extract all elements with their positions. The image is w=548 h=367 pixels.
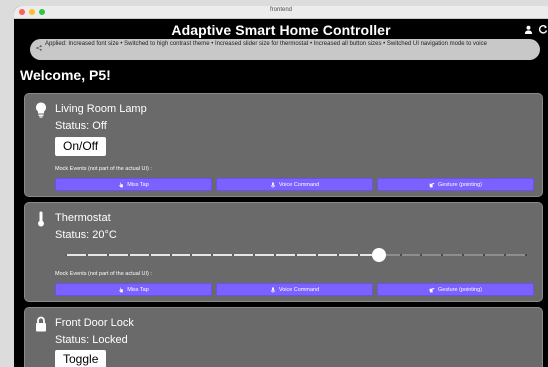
- voice-command-label: Voice Command: [278, 181, 320, 188]
- slider-track-filled: [65, 254, 379, 256]
- miss-tap-button[interactable]: Miss Tap: [55, 178, 212, 191]
- slider-tick: [441, 254, 443, 256]
- gesture-label: Gesture (pointing): [437, 181, 483, 188]
- device-name: Front Door Lock: [55, 317, 134, 329]
- slider-tick: [253, 254, 255, 256]
- applied-adaptations-banner: Applied: Increased font size • Switched …: [30, 39, 540, 60]
- device-name: Thermostat: [55, 212, 111, 224]
- refresh-icon[interactable]: [538, 24, 548, 34]
- window-titlebar: frontend: [14, 6, 548, 19]
- window-title: frontend: [269, 7, 293, 13]
- lightbulb-icon: [36, 102, 46, 118]
- microphone-icon: [270, 181, 275, 188]
- slider-tick: [504, 254, 506, 256]
- slider-tick: [190, 254, 192, 256]
- slider-tick: [525, 254, 527, 256]
- thermometer-icon: [38, 211, 44, 227]
- mock-events-label: Mock Events (not part of the actual UI) …: [55, 166, 152, 172]
- welcome-heading: Welcome, P5!: [20, 67, 111, 83]
- slider-tick: [400, 254, 402, 256]
- app-window: frontend Adaptive Smart Home Controller …: [14, 6, 548, 367]
- device-card-lock: Front Door Lock Status: Locked Toggle: [24, 307, 543, 367]
- thermostat-slider[interactable]: [65, 248, 527, 262]
- slider-tick: [232, 254, 234, 256]
- slider-tick: [337, 254, 339, 256]
- lock-icon: [36, 316, 46, 332]
- mock-events-row: Miss Tap Voice Command Gesture (pointing…: [55, 283, 534, 296]
- hand-icon: [119, 287, 123, 292]
- slider-tick: [170, 254, 172, 256]
- slider-tick: [211, 254, 213, 256]
- slider-tick: [462, 254, 464, 256]
- miss-tap-label: Miss Tap: [127, 286, 149, 293]
- voice-command-button[interactable]: Voice Command: [216, 178, 373, 191]
- slider-tick: [295, 254, 297, 256]
- microphone-icon: [270, 286, 275, 293]
- miss-tap-label: Miss Tap: [127, 181, 149, 188]
- slider-tick: [65, 254, 67, 256]
- gesture-button[interactable]: Gesture (pointing): [377, 283, 534, 296]
- banner-text: Applied: Increased font size • Switched …: [45, 41, 487, 47]
- slider-tick: [358, 254, 360, 256]
- pointing-hand-icon: [429, 287, 435, 292]
- device-status: Status: Off: [55, 120, 107, 132]
- app-header: Adaptive Smart Home Controller: [14, 20, 548, 39]
- slider-tick: [483, 254, 485, 256]
- mock-events-label: Mock Events (not part of the actual UI) …: [55, 271, 152, 277]
- slider-tick: [316, 254, 318, 256]
- device-name: Living Room Lamp: [55, 103, 147, 115]
- voice-command-button[interactable]: Voice Command: [216, 283, 373, 296]
- share-icon: [36, 45, 42, 51]
- device-card-lamp: Living Room Lamp Status: Off On/Off Mock…: [24, 93, 543, 197]
- slider-tick: [86, 254, 88, 256]
- gesture-button[interactable]: Gesture (pointing): [377, 178, 534, 191]
- device-card-thermostat: Thermostat Status: 20°C Mock Events (not…: [24, 202, 543, 302]
- device-status: Status: 20°C: [55, 229, 117, 241]
- lamp-toggle-button[interactable]: On/Off: [55, 137, 107, 156]
- pointing-hand-icon: [429, 182, 435, 187]
- slider-tick: [107, 254, 109, 256]
- mock-events-row: Miss Tap Voice Command Gesture (pointing…: [55, 178, 534, 191]
- slider-tick: [149, 254, 151, 256]
- lock-toggle-button[interactable]: Toggle: [55, 350, 107, 367]
- slider-thumb[interactable]: [372, 248, 386, 262]
- app-title: Adaptive Smart Home Controller: [171, 22, 391, 38]
- gesture-label: Gesture (pointing): [437, 286, 483, 293]
- device-status: Status: Locked: [55, 334, 128, 346]
- slider-tick: [128, 254, 130, 256]
- voice-command-label: Voice Command: [278, 286, 320, 293]
- miss-tap-button[interactable]: Miss Tap: [55, 283, 212, 296]
- hand-icon: [119, 182, 123, 187]
- user-icon[interactable]: [524, 25, 533, 34]
- slider-tick: [420, 254, 422, 256]
- slider-tick: [274, 254, 276, 256]
